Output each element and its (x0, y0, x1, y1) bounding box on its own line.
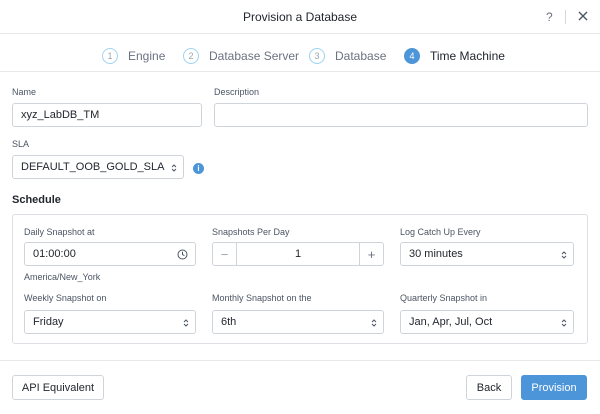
increment-button[interactable]: + (359, 243, 383, 265)
quarterly-snapshot-label: Quarterly Snapshot in (400, 293, 488, 303)
dialog-header: Provision a Database ? (0, 0, 600, 34)
sla-info-icon[interactable]: i (193, 163, 204, 174)
step-time-machine[interactable]: 4 Time Machine (404, 48, 505, 64)
step-database-server[interactable]: 2 Database Server (183, 48, 299, 64)
step-label: Engine (128, 49, 166, 63)
header-divider (565, 10, 566, 24)
description-label: Description (214, 87, 260, 97)
monthly-snapshot-value: 6th (221, 316, 237, 328)
clock-icon[interactable] (177, 249, 188, 260)
log-catch-up-label: Log Catch Up Every (400, 227, 481, 237)
quarterly-snapshot-select[interactable]: Jan, Apr, Jul, Oct (400, 310, 574, 334)
step-number: 1 (102, 48, 118, 64)
schedule-title: Schedule (12, 194, 61, 206)
log-catch-up-select[interactable]: 30 minutes (400, 242, 574, 266)
description-input[interactable] (214, 103, 588, 127)
weekly-snapshot-value: Friday (33, 316, 64, 328)
snapshots-per-day-stepper: − 1 + (212, 242, 384, 266)
monthly-snapshot-select[interactable]: 6th (212, 310, 384, 334)
decrement-button[interactable]: − (213, 243, 237, 265)
snapshots-per-day-value[interactable]: 1 (237, 243, 359, 265)
step-number: 3 (309, 48, 325, 64)
sla-value: DEFAULT_OOB_GOLD_SLA (21, 161, 165, 173)
close-icon[interactable] (576, 9, 590, 23)
sla-select[interactable]: DEFAULT_OOB_GOLD_SLA (12, 155, 184, 179)
step-number: 4 (404, 48, 420, 64)
step-engine[interactable]: 1 Engine (102, 48, 165, 64)
dialog-title: Provision a Database (242, 10, 358, 24)
daily-snapshot-value: 01:00:00 (33, 248, 76, 260)
sla-label: SLA (12, 139, 30, 149)
select-caret-icon (561, 251, 567, 259)
monthly-snapshot-label: Monthly Snapshot on the (212, 293, 312, 303)
select-caret-icon (371, 319, 377, 327)
log-catch-up-value: 30 minutes (409, 248, 463, 260)
select-caret-icon (171, 164, 177, 172)
wizard-steps: 1 Engine 2 Database Server 3 Database 4 … (0, 34, 600, 72)
weekly-snapshot-label: Weekly Snapshot on (24, 293, 107, 303)
step-label: Database Server (209, 49, 300, 63)
daily-snapshot-time-input[interactable]: 01:00:00 (24, 242, 196, 266)
step-label: Database (335, 49, 387, 63)
snapshots-per-day-label: Snapshots Per Day (212, 227, 290, 237)
name-label: Name (12, 87, 37, 97)
weekly-snapshot-select[interactable]: Friday (24, 310, 196, 334)
step-number: 2 (183, 48, 199, 64)
quarterly-snapshot-value: Jan, Apr, Jul, Oct (409, 316, 493, 328)
step-database[interactable]: 3 Database (309, 48, 386, 64)
help-icon[interactable]: ? (546, 10, 553, 24)
timezone-label: America/New_York (24, 272, 101, 282)
select-caret-icon (183, 319, 189, 327)
step-label: Time Machine (430, 49, 505, 63)
provision-button[interactable]: Provision (521, 375, 587, 400)
back-button[interactable]: Back (466, 375, 512, 400)
footer-divider (0, 360, 600, 361)
daily-snapshot-label: Daily Snapshot at (24, 227, 95, 237)
name-input[interactable]: xyz_LabDB_TM (12, 103, 202, 127)
api-equivalent-button[interactable]: API Equivalent (12, 375, 104, 400)
select-caret-icon (561, 319, 567, 327)
